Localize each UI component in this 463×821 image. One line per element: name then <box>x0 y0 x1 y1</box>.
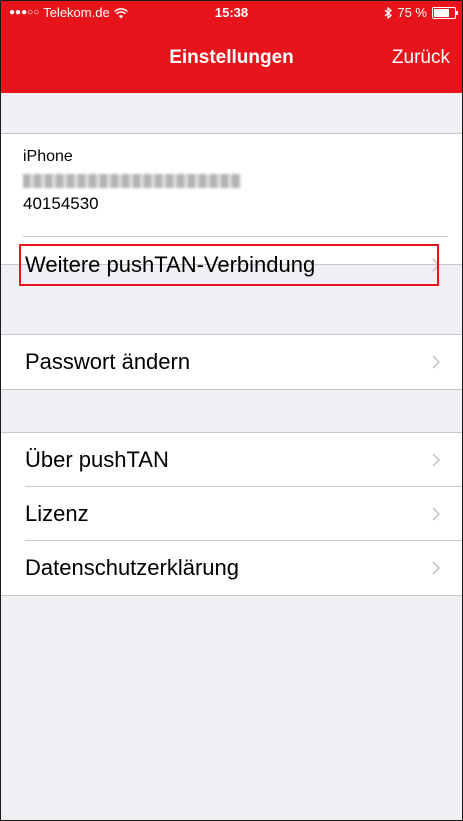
menu-item-label: Passwort ändern <box>25 349 191 374</box>
info-section: Über pushTAN Lizenz Datenschutzerklärung <box>1 432 462 596</box>
chevron-right-icon <box>432 453 441 467</box>
battery-icon <box>432 7 458 19</box>
battery-fill <box>434 9 449 17</box>
battery-percentage: 75 % <box>397 5 427 20</box>
menu-item-label: Weitere pushTAN-Verbindung <box>25 252 316 277</box>
menu-item-add-pushtan-connection[interactable]: Weitere pushTAN-Verbindung <box>1 238 462 292</box>
menu-item-label: Über pushTAN <box>25 447 169 472</box>
chevron-right-icon <box>432 561 441 575</box>
chevron-right-icon <box>432 258 441 272</box>
app-screen: ●●●○○ Telekom.de 15:38 75 % Einstellunge… <box>0 0 463 821</box>
menu-item-about-pushtan[interactable]: Über pushTAN <box>1 433 462 487</box>
device-number: 40154530 <box>23 194 99 213</box>
menu-item-privacy-policy[interactable]: Datenschutzerklärung <box>1 541 462 595</box>
bluetooth-icon <box>384 7 393 19</box>
menu-item-label: Lizenz <box>25 501 89 526</box>
header: ●●●○○ Telekom.de 15:38 75 % Einstellunge… <box>1 1 462 93</box>
status-bar: ●●●○○ Telekom.de 15:38 75 % <box>1 1 462 25</box>
status-right: 75 % <box>384 1 458 25</box>
password-section: Passwort ändern <box>1 334 462 390</box>
back-button[interactable]: Zurück <box>392 47 450 69</box>
chevron-right-icon <box>432 507 441 521</box>
device-id-blurred <box>23 174 241 188</box>
chevron-right-icon <box>432 355 441 369</box>
menu-item-license[interactable]: Lizenz <box>1 487 462 541</box>
menu-item-change-password[interactable]: Passwort ändern <box>1 335 462 389</box>
device-name: iPhone <box>23 148 73 165</box>
device-info: iPhone 40154530 <box>23 134 448 237</box>
menu-item-label: Datenschutzerklärung <box>25 555 240 580</box>
navigation-bar: Einstellungen Zurück <box>1 25 462 93</box>
